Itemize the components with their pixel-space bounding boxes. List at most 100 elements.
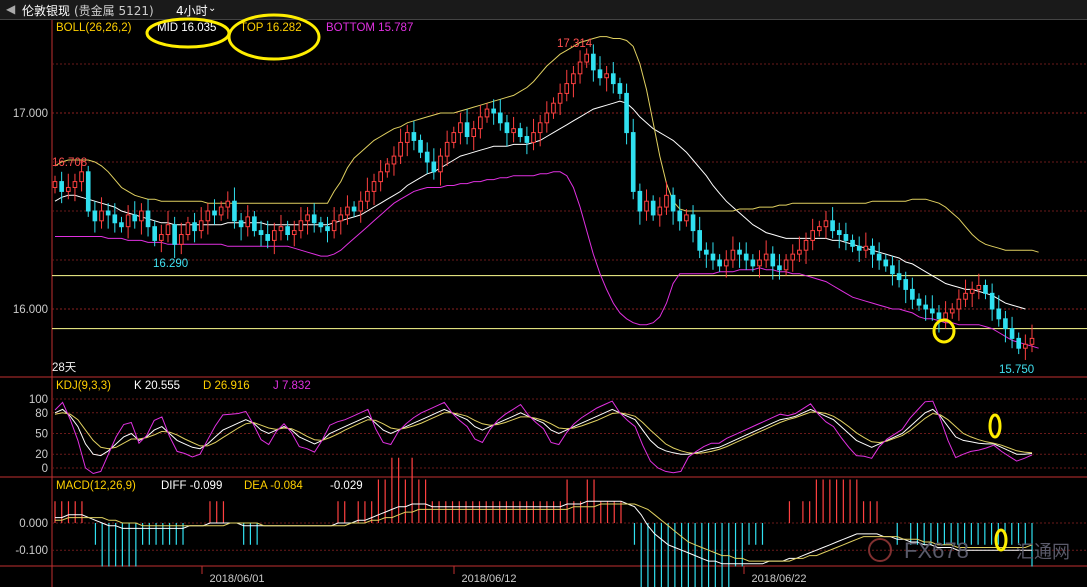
candle-body [763, 253, 769, 261]
candle-body [119, 222, 124, 228]
candle-body [890, 265, 895, 275]
candle-body [59, 181, 64, 192]
boll-top-value: TOP 16.282 [240, 22, 302, 34]
candle-body [125, 214, 131, 228]
candle-body [723, 259, 729, 267]
candle-body [52, 181, 58, 188]
candle-body [803, 239, 809, 251]
y-tick-label: 17.000 [13, 108, 48, 120]
candle-body [604, 73, 609, 79]
candle-body [398, 141, 403, 157]
candle-body [617, 83, 623, 94]
candle-body [737, 249, 742, 255]
candle-body [783, 259, 789, 271]
candle-body [856, 245, 862, 251]
candle-body [916, 298, 922, 306]
candle-body [65, 186, 71, 192]
candle-body [591, 53, 596, 71]
macd-y-tick: 0.000 [19, 518, 48, 530]
candle-body [544, 112, 550, 124]
main-panel [0, 20, 1087, 377]
candle-body [750, 259, 756, 267]
candle-body [571, 73, 576, 85]
macd-y-tick: -0.100 [15, 545, 48, 557]
candle-body [757, 259, 762, 267]
candle-body [178, 234, 184, 245]
candle-body [850, 239, 855, 247]
high-annotation: 17.314 [557, 38, 593, 50]
candle-body [896, 273, 902, 281]
boll-legend: BOLL(26,26,2) [56, 22, 132, 34]
candle-body [690, 214, 696, 232]
kdj-y-tick: 80 [35, 408, 48, 420]
candle-body [929, 308, 935, 314]
candle-body [584, 53, 590, 63]
candle-body [650, 200, 656, 216]
y-tick-label: 16.000 [13, 304, 48, 316]
candle-body [823, 220, 829, 228]
candle-body [704, 249, 709, 255]
candle-body [318, 222, 324, 228]
candle-body [730, 249, 736, 261]
kdj-legend: KDJ(9,3,3) [56, 380, 111, 392]
boll-mid-value: MID 16.035 [157, 22, 216, 34]
candle-body [311, 214, 317, 224]
macd-legend: MACD(12,26,9) [56, 480, 136, 492]
candle-body [956, 298, 962, 310]
kdj-k-value: K 20.555 [134, 380, 180, 392]
watermark-text-cn: 汇通网 [1016, 542, 1070, 562]
candle-body [936, 312, 942, 320]
candle-body [331, 220, 337, 232]
candle-body [291, 230, 297, 236]
candle-body [305, 214, 310, 222]
candle-body [883, 259, 889, 267]
candle-body [697, 230, 703, 251]
candle-body [989, 292, 995, 310]
kdj-j-line [54, 400, 1033, 475]
candle-body [710, 253, 716, 261]
candle-body [424, 151, 430, 163]
candle-body [1016, 337, 1022, 349]
candle-body [298, 220, 304, 232]
candle-body [610, 73, 616, 85]
candle-body [105, 210, 111, 216]
candle-body [258, 230, 264, 236]
candle-body [351, 206, 357, 212]
candle-body [1029, 337, 1035, 345]
last-low-annotation: 15.750 [999, 364, 1034, 376]
candle-body [152, 226, 158, 241]
candle-body [444, 141, 450, 157]
candle-body [517, 128, 523, 138]
candle-body [876, 253, 882, 261]
candle-body [172, 224, 177, 245]
chart-canvas: 17.000 16.000 17.314 16.708 16.290 15.750 28天 B… [0, 13, 1087, 587]
candle-body [677, 210, 683, 222]
candle-body [278, 226, 284, 232]
macd-dea-value: DEA -0.084 [244, 480, 303, 492]
candle-body [464, 122, 470, 138]
candle-body [923, 304, 928, 310]
candle-body [238, 220, 244, 228]
candle-body [139, 210, 144, 222]
candle-body [810, 230, 815, 241]
candle-body [252, 216, 257, 232]
candle-body [484, 108, 490, 118]
candle-body [949, 308, 955, 314]
candle-body [983, 284, 988, 294]
candle-body [843, 234, 849, 241]
macd-diff-value: DIFF -0.099 [161, 480, 222, 492]
kdj-d-value: D 26.916 [203, 380, 250, 392]
candle-body [404, 132, 410, 143]
candle-body [245, 216, 251, 228]
candle-body [159, 234, 164, 241]
candle-body [418, 139, 423, 153]
candle-body [371, 181, 377, 192]
candle-body [411, 132, 417, 141]
candle-body [657, 206, 663, 216]
candle-body [684, 214, 689, 222]
candle-body [830, 220, 835, 232]
candle-body [132, 214, 138, 222]
candle-body [817, 226, 822, 232]
candle-body [630, 132, 636, 192]
candle-body [903, 279, 909, 290]
